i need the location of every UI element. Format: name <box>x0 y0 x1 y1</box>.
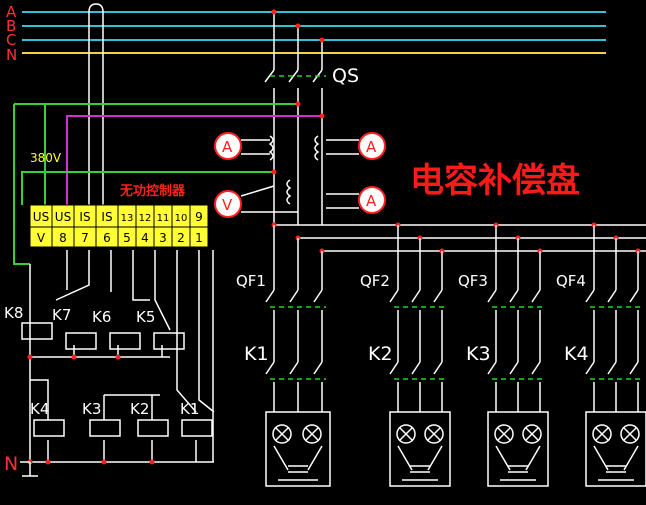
terminal-bottom-label-5: 4 <box>141 231 149 245</box>
relay-label-k1: K1 <box>180 400 199 418</box>
qs-feeders <box>264 12 323 225</box>
relay-label-k5: K5 <box>136 308 155 326</box>
breaker-label-4: QF4 <box>556 272 586 290</box>
relay-coil-k4 <box>33 419 65 437</box>
terminal-top-label-1: US <box>55 210 71 224</box>
ammeter-right-top: A <box>314 132 386 161</box>
terminal-top-label-5: 12 <box>139 213 152 224</box>
magenta-voltage-wire <box>66 115 322 205</box>
relay-coil-k1 <box>181 419 213 437</box>
contactor-label-1: K1 <box>244 343 269 365</box>
svg-text:V: V <box>222 196 233 214</box>
controller-label: 无功控制器 <box>119 183 186 199</box>
relay-coils: K8 K7 K6 K5 K4 K3 K2 K1 <box>4 304 213 437</box>
capacitor-group-1 <box>265 225 331 487</box>
relay-label-k6: K6 <box>92 308 111 326</box>
svg-text:A: A <box>366 138 377 156</box>
terminal-top-label-2: IS <box>79 210 90 224</box>
relay-coil-k2 <box>137 419 169 437</box>
bus-bars: A B C N <box>6 3 606 64</box>
terminal-top-label-4: 13 <box>121 213 134 224</box>
terminal-bottom-label-7: 2 <box>177 231 185 245</box>
panel-title: 电容补偿盘 <box>410 161 580 201</box>
svg-text:A: A <box>222 138 233 156</box>
diagram-canvas: A B C N QS 380V A A V A 电容补偿盘 无功控制器 USVU… <box>4 3 646 487</box>
capacitor-group-3 <box>487 225 549 487</box>
relay-coil-k5 <box>153 332 185 350</box>
neutral-label-bottom: N <box>4 453 18 475</box>
breaker-label-2: QF2 <box>360 272 390 290</box>
relay-coil-k6 <box>109 332 141 350</box>
relay-wiring <box>29 250 215 463</box>
contactor-label-3: K3 <box>466 343 491 365</box>
terminal-bottom-label-1: 8 <box>59 231 67 245</box>
voltmeter: V <box>214 185 298 218</box>
breaker-label-1: QF1 <box>236 272 266 290</box>
capacitor-group-2 <box>389 225 451 487</box>
meter-junction <box>271 169 277 175</box>
terminal-bottom-label-0: V <box>37 231 46 245</box>
terminal-top-label-3: IS <box>101 210 112 224</box>
terminal-block: US V US 8 IS 7 IS 6 13 5 12 4 11 3 10 29 1 <box>29 204 209 248</box>
voltage-380v-label: 380V <box>30 151 62 165</box>
relay-label-k4: K4 <box>30 400 49 418</box>
terminal-top-label-0: US <box>33 210 49 224</box>
capacitor-groups: QF1 K1 QF2 K2 QF3 K3 QF4 K4 <box>236 225 646 487</box>
terminal-bottom-label-2: 7 <box>81 231 89 245</box>
terminal-top-label-8: 9 <box>195 210 203 224</box>
relay-coil-k3 <box>89 419 121 437</box>
qs-label: QS <box>332 65 359 87</box>
contactor-label-4: K4 <box>564 343 589 365</box>
ammeter-left: A <box>214 132 274 161</box>
relay-coil-k7 <box>65 332 97 350</box>
relay-label-k2: K2 <box>130 400 149 418</box>
breaker-label-3: QF3 <box>458 272 488 290</box>
svg-text:A: A <box>366 192 377 210</box>
phase-label-n: N <box>6 46 17 64</box>
wiring-diagram: A B C N QS 380V A A V A 电容补偿盘 无功控制器 US V… <box>0 0 646 500</box>
relay-coil-k8 <box>21 322 53 340</box>
terminal-bottom-label-8: 1 <box>195 231 203 245</box>
capacitor-group-4 <box>585 225 646 487</box>
terminal-bottom-label-6: 3 <box>159 231 167 245</box>
contactor-label-2: K2 <box>368 343 393 365</box>
magenta-junction <box>319 113 325 119</box>
green-junction <box>295 101 301 107</box>
group-busbars <box>274 224 646 252</box>
relay-label-k8: K8 <box>4 304 23 322</box>
terminal-bottom-label-3: 6 <box>103 231 111 245</box>
ammeter-right-bottom: A <box>286 179 386 214</box>
relay-label-k7: K7 <box>52 306 71 324</box>
terminal-bottom-label-4: 5 <box>123 231 131 245</box>
terminal-top-label-7: 10 <box>175 213 188 224</box>
relay-label-k3: K3 <box>82 400 101 418</box>
terminal-top-label-6: 11 <box>157 213 170 224</box>
